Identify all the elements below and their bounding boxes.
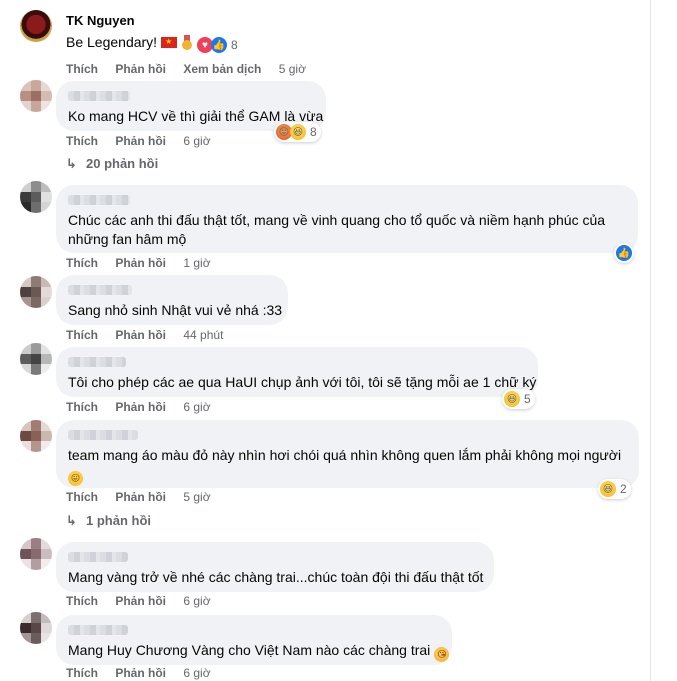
comment-timestamp[interactable]: 5 giờ (183, 490, 210, 504)
reply-button[interactable]: Phản hồi (115, 666, 166, 680)
comment-bubble: Chúc các anh thi đấu thật tốt, mang về v… (56, 185, 638, 253)
avatar[interactable] (20, 420, 52, 452)
avatar[interactable] (20, 276, 52, 308)
avatar[interactable] (20, 80, 52, 112)
reply-arrow-icon: ↳ (66, 156, 77, 171)
reply-button[interactable]: Phản hồi (115, 400, 166, 414)
medal-icon (181, 35, 193, 50)
redacted-author (68, 285, 132, 295)
comment-text-line: Chúc các anh thi đấu thật tốt, mang về v… (68, 212, 606, 228)
haha-reaction-icon: 😆 (600, 481, 616, 497)
replies-count: 1 phản hồi (86, 513, 151, 528)
tongue-emoji-icon: 😛 (68, 471, 83, 486)
comment-timestamp[interactable]: 6 giờ (183, 400, 210, 414)
comment-actions: Thích Phản hồi 6 giờ (66, 133, 225, 149)
reaction-summary[interactable]: ♥ 👍 8 (197, 35, 238, 55)
comment-bubble: Mang vàng trở về nhé các chàng trai...ch… (56, 542, 494, 592)
reaction-count: 5 (524, 392, 531, 406)
reply-button[interactable]: Phản hồi (115, 62, 166, 76)
comment-timestamp[interactable]: 6 giờ (183, 134, 210, 148)
haha-reaction-icon: 😆 (504, 391, 520, 407)
vietnam-flag-icon (161, 36, 178, 48)
comment-text: Be Legendary! (66, 33, 193, 52)
reply-button[interactable]: Phản hồi (115, 594, 166, 608)
redacted-author (68, 552, 128, 562)
translate-button[interactable]: Xem bản dịch (183, 62, 261, 76)
reaction-count: 8 (231, 38, 238, 52)
avatar[interactable] (20, 10, 52, 42)
reaction-summary[interactable]: 😡 😆 8 (274, 122, 321, 142)
comment-bubble: TK Nguyen Be Legendary! (56, 13, 193, 52)
comment-text: Sang nhỏ sinh Nhật vui vẻ nhá :33 (68, 302, 283, 318)
view-replies-button[interactable]: ↳ 20 phản hồi (66, 156, 158, 172)
like-button[interactable]: Thích (66, 666, 98, 680)
like-button[interactable]: Thích (66, 256, 98, 270)
comment-actions: Thích Phản hồi 5 giờ (66, 489, 225, 505)
replies-count: 20 phản hồi (86, 156, 159, 171)
comment-timestamp[interactable]: 1 giờ (183, 256, 210, 270)
comment-actions: Thích Phản hồi Xem bản dịch 5 giờ (66, 61, 320, 77)
like-button[interactable]: Thích (66, 134, 98, 148)
like-button[interactable]: Thích (66, 594, 98, 608)
comment-timestamp[interactable]: 6 giờ (183, 666, 210, 680)
comment-timestamp[interactable]: 6 giờ (183, 594, 210, 608)
comment-actions: Thích Phản hồi 1 giờ (66, 255, 225, 271)
reaction-count: 2 (620, 482, 627, 496)
view-replies-button[interactable]: ↳ 1 phản hồi (66, 513, 151, 529)
haha-reaction-icon: 😆 (290, 124, 306, 140)
like-button[interactable]: Thích (66, 62, 98, 76)
redacted-author (68, 430, 138, 440)
comment-timestamp[interactable]: 44 phút (183, 328, 223, 342)
like-reaction-icon: 👍 (211, 37, 227, 53)
comment-timestamp[interactable]: 5 giờ (279, 62, 306, 76)
reply-button[interactable]: Phản hồi (115, 490, 166, 504)
comment-bubble: Tôi cho phép các ae qua HaUI chụp ảnh vớ… (56, 347, 538, 397)
comment-actions: Thích Phản hồi 6 giờ (66, 665, 225, 681)
comment-bubble: team mang áo màu đỏ này nhìn hơi chói qu… (56, 420, 639, 488)
comment-author[interactable]: TK Nguyen (66, 13, 193, 29)
comment-actions: Thích Phản hồi 44 phút (66, 327, 237, 343)
comment-bubble: Sang nhỏ sinh Nhật vui vẻ nhá :33 (56, 275, 288, 325)
avatar[interactable] (20, 181, 52, 213)
like-button[interactable]: Thích (66, 400, 98, 414)
avatar[interactable] (20, 538, 52, 570)
comment-text-line: những fan hâm mộ (68, 231, 187, 247)
comment-actions: Thích Phản hồi 6 giờ (66, 593, 225, 609)
like-button[interactable]: Thích (66, 328, 98, 342)
reaction-summary[interactable]: 👍 (614, 243, 634, 263)
reaction-count: 8 (310, 125, 317, 139)
reply-arrow-icon: ↳ (66, 513, 77, 528)
redacted-author (68, 357, 126, 367)
comment-actions: Thích Phản hồi 6 giờ (66, 399, 225, 415)
comment-text-line: 😛 (68, 465, 627, 486)
like-reaction-icon: 👍 (616, 245, 632, 261)
comment-text-line: team mang áo màu đỏ này nhìn hơi chói qu… (68, 447, 622, 463)
comment-text: Mang vàng trở về nhé các chàng trai...ch… (68, 569, 484, 585)
avatar[interactable] (20, 343, 52, 375)
redacted-author (68, 625, 128, 635)
redacted-author (68, 195, 130, 205)
like-button[interactable]: Thích (66, 490, 98, 504)
reply-button[interactable]: Phản hồi (115, 256, 166, 270)
reaction-summary[interactable]: 😆 5 (502, 389, 535, 409)
redacted-author (68, 91, 130, 101)
reaction-summary[interactable]: 😆 2 (598, 479, 631, 499)
reply-button[interactable]: Phản hồi (115, 134, 166, 148)
reply-button[interactable]: Phản hồi (115, 328, 166, 342)
comment-text: Mang Huy Chương Vàng cho Việt Nam nào cá… (68, 641, 450, 662)
comment-bubble: Mang Huy Chương Vàng cho Việt Nam nào cá… (56, 615, 452, 665)
comment-text: Tôi cho phép các ae qua HaUI chụp ảnh vớ… (68, 374, 537, 390)
avatar[interactable] (20, 612, 52, 644)
